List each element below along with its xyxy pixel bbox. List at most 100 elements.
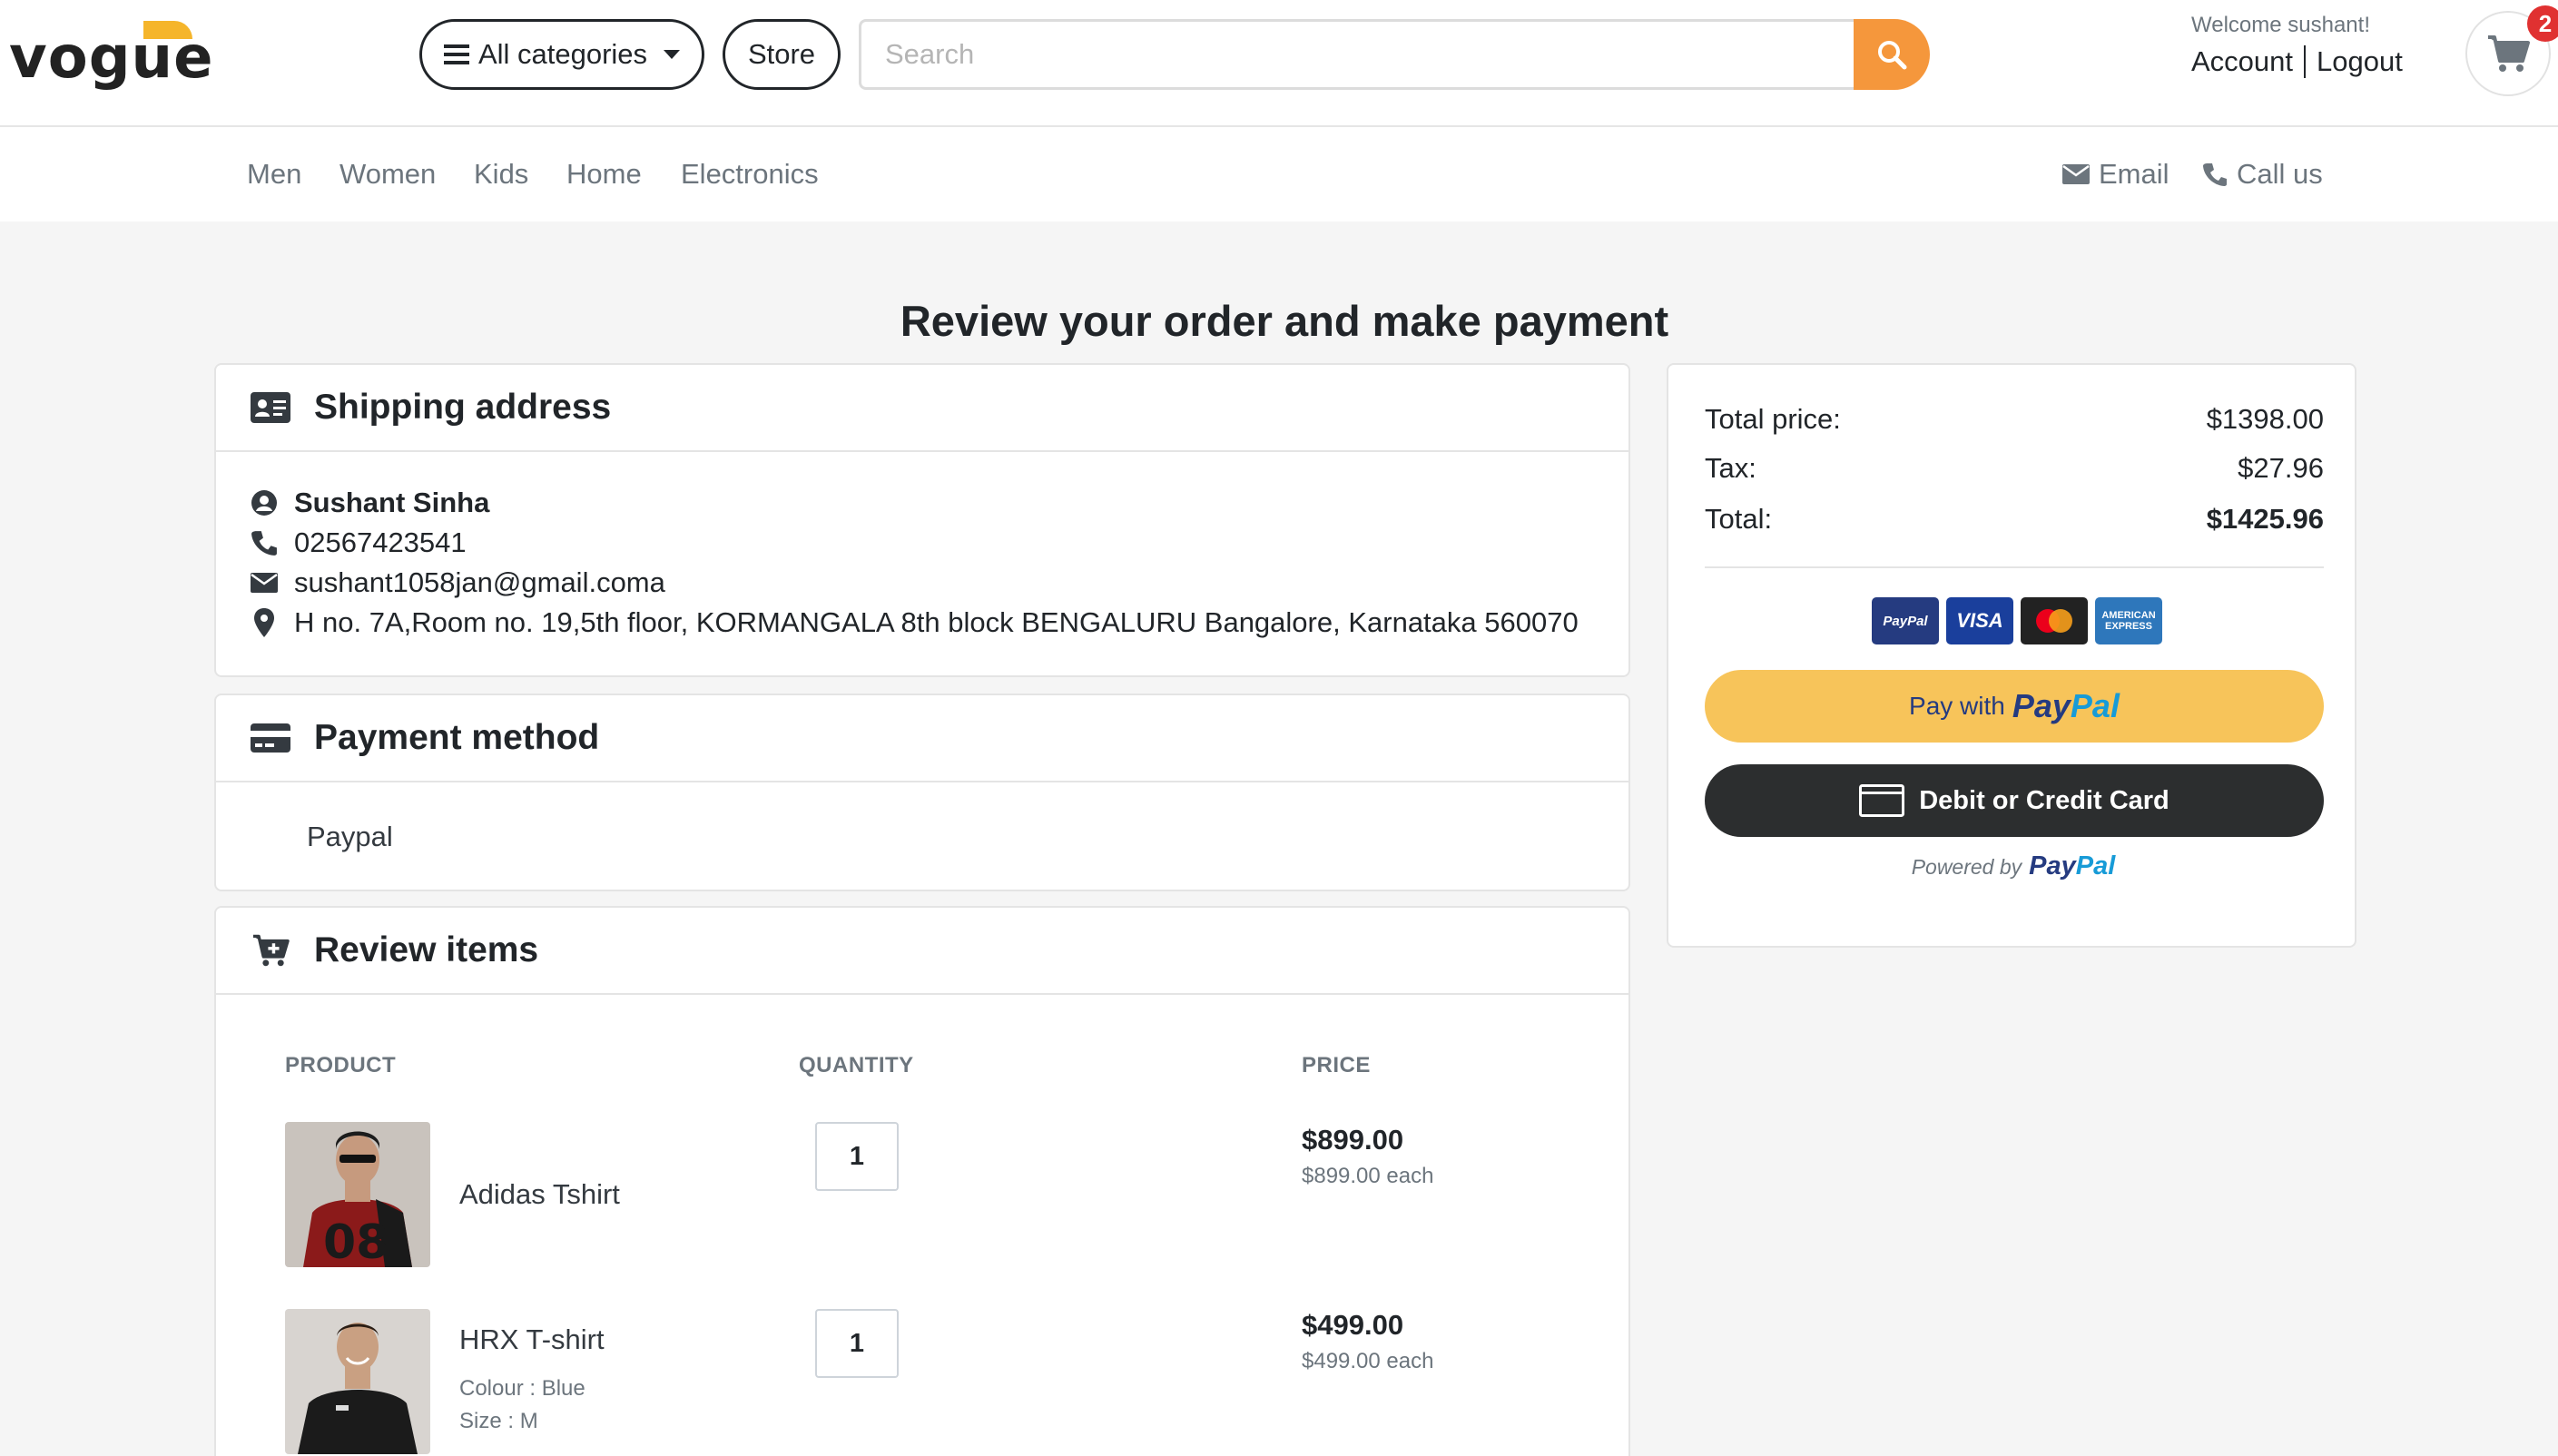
shipping-address-card: Shipping address Sushant Sinha 025674235… (214, 363, 1630, 677)
visa-card-logo: VISA (1946, 597, 2013, 644)
call-us-link[interactable]: Call us (2202, 158, 2323, 191)
paypal-pal-text: Pal (2070, 687, 2120, 724)
paypal-pay-text: Pay (2012, 687, 2071, 724)
product-size-hrx-tshirt: Size : M (459, 1409, 538, 1433)
shipping-card-header: Shipping address (216, 365, 1628, 452)
payment-card-header: Payment method (216, 695, 1628, 782)
shipping-email-row: sushant1058jan@gmail.coma (249, 566, 665, 599)
debit-credit-card-button[interactable]: Debit or Credit Card (1705, 764, 2324, 837)
svg-text:08: 08 (323, 1215, 389, 1267)
review-items-card: Review items PRODUCT QUANTITY PRICE 08 A… (214, 906, 1630, 1456)
map-marker-icon (249, 608, 280, 637)
item-price-hrx-tshirt: $499.00 (1302, 1309, 1404, 1341)
item-price-adidas-tshirt: $899.00 (1302, 1124, 1404, 1156)
search-input[interactable] (859, 19, 1857, 90)
search-button[interactable] (1854, 19, 1930, 90)
column-header-price: PRICE (1302, 1053, 1371, 1077)
amex-card-logo: AMERICAN EXPRESS (2095, 597, 2162, 644)
total-price-label: Total price: (1705, 403, 1841, 435)
phone-icon (249, 529, 280, 556)
customer-name: Sushant Sinha (294, 487, 490, 518)
all-categories-button[interactable]: All categories (419, 19, 704, 90)
order-summary-card: Total price: $1398.00 Tax: $27.96 Total:… (1667, 363, 2356, 948)
debit-credit-label: Debit or Credit Card (1919, 785, 2169, 815)
review-title: Review items (314, 930, 539, 969)
accepted-cards: PayPal VISA AMERICAN EXPRESS (1872, 597, 2162, 644)
card-outline-icon (1859, 784, 1905, 817)
powered-paypal-pay: Pay (2029, 851, 2076, 880)
powered-paypal-wordmark: PayPal (2029, 851, 2115, 881)
phone-icon (2203, 163, 2227, 186)
envelope-icon (249, 573, 280, 593)
nav-link-home[interactable]: Home (566, 158, 642, 191)
mastercard-icon (2021, 597, 2088, 644)
grand-total-row: Total: $1425.96 (1705, 503, 2324, 536)
nav-link-kids[interactable]: Kids (474, 158, 528, 191)
powered-by-label: Powered by (1911, 855, 2022, 879)
account-links: Account Logout (2191, 45, 2403, 78)
powered-by-paypal: Powered by PayPal (1668, 851, 2358, 881)
paypal-card-logo: PayPal (1872, 597, 1939, 644)
user-circle-icon (249, 489, 280, 516)
address-card-icon (251, 392, 290, 423)
page-title: Review your order and make payment (900, 297, 1669, 345)
product-name-hrx-tshirt[interactable]: HRX T-shirt (459, 1323, 605, 1356)
total-price-row: Total price: $1398.00 (1705, 403, 2324, 436)
product-image-adidas-tshirt[interactable]: 08 (285, 1122, 430, 1267)
top-header: vogue All categories Store Welcome susha… (0, 0, 2558, 127)
cart-plus-icon (251, 933, 290, 968)
item-unit-price-hrx-tshirt: $499.00 each (1302, 1349, 1434, 1373)
shipping-name-row: Sushant Sinha (249, 487, 489, 519)
customer-email: sushant1058jan@gmail.coma (294, 566, 665, 598)
quantity-input-hrx-tshirt[interactable] (815, 1309, 899, 1378)
welcome-text: Welcome sushant! (2191, 13, 2370, 37)
review-card-header: Review items (216, 908, 1628, 995)
shipping-address-row: H no. 7A,Room no. 19,5th floor, KORMANGA… (249, 606, 1579, 639)
grand-total-value: $1425.96 (2206, 503, 2324, 535)
grand-total-label: Total: (1705, 503, 1773, 535)
shipping-phone-row: 02567423541 (249, 526, 467, 559)
email-label: Email (2099, 158, 2169, 190)
quantity-input-adidas-tshirt[interactable] (815, 1122, 899, 1191)
payment-title: Payment method (314, 718, 600, 757)
shopping-cart-icon (2488, 35, 2530, 72)
paypal-wordmark: PayPal (2012, 687, 2120, 725)
tax-label: Tax: (1705, 452, 1756, 484)
store-label: Store (747, 38, 816, 70)
payment-method-value: Paypal (307, 821, 393, 852)
product-colour-hrx-tshirt: Colour : Blue (459, 1376, 585, 1401)
store-button[interactable]: Store (723, 19, 841, 90)
item-unit-price-adidas-tshirt: $899.00 each (1302, 1164, 1434, 1188)
cart-count-badge: 2 (2527, 5, 2558, 42)
call-us-label: Call us (2237, 158, 2323, 190)
powered-paypal-pal: Pal (2075, 851, 2116, 880)
caret-down-icon (664, 50, 681, 59)
product-name-adidas-tshirt[interactable]: Adidas Tshirt (459, 1178, 620, 1211)
vogue-logo[interactable]: vogue (9, 16, 212, 98)
search-icon (1878, 41, 1907, 70)
tax-value: $27.96 (2238, 452, 2324, 484)
pay-with-label: Pay with (1909, 692, 2005, 720)
customer-phone: 02567423541 (294, 526, 467, 558)
summary-divider (1705, 566, 2324, 568)
column-header-quantity: QUANTITY (799, 1053, 914, 1077)
nav-link-women[interactable]: Women (339, 158, 436, 191)
nav-link-electronics[interactable]: Electronics (681, 158, 819, 191)
pay-with-paypal-button[interactable]: Pay with PayPal (1705, 670, 2324, 743)
nav-link-men[interactable]: Men (247, 158, 301, 191)
menu-icon (443, 44, 469, 64)
column-header-product: PRODUCT (285, 1053, 397, 1077)
tax-row: Tax: $27.96 (1705, 452, 2324, 485)
total-price-value: $1398.00 (2206, 403, 2324, 435)
account-link[interactable]: Account (2191, 45, 2293, 78)
email-link[interactable]: Email (2062, 158, 2169, 191)
envelope-icon (2062, 164, 2090, 184)
divider (2304, 45, 2307, 78)
search-bar (859, 19, 1930, 90)
category-nav: Men Women Kids Home Electronics Email Ca… (0, 127, 2558, 221)
all-categories-label: All categories (477, 38, 648, 70)
logout-link[interactable]: Logout (2317, 45, 2403, 78)
customer-address: H no. 7A,Room no. 19,5th floor, KORMANGA… (294, 606, 1579, 638)
logo-text: vogue (9, 25, 214, 92)
product-image-hrx-tshirt[interactable] (285, 1309, 430, 1454)
